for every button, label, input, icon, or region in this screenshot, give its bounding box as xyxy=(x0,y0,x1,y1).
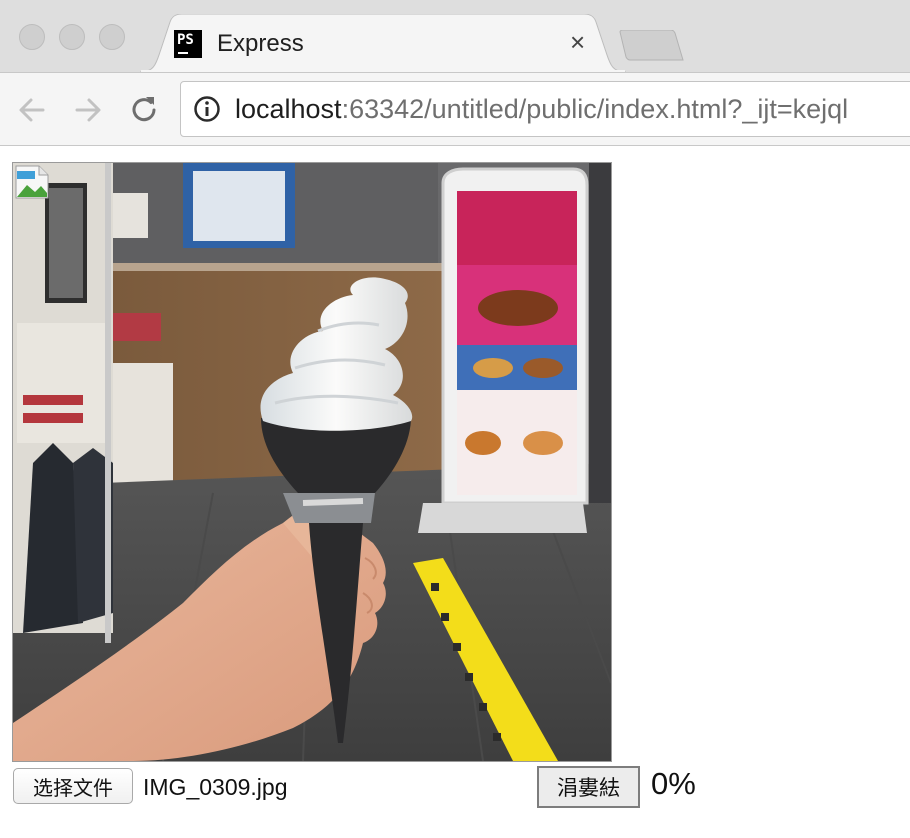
image-preview xyxy=(12,162,612,762)
photo-ice-cream xyxy=(13,163,611,761)
upload-button[interactable]: 涓婁紶 xyxy=(537,766,640,808)
url-text: localhost:63342/untitled/public/index.ht… xyxy=(235,94,848,125)
window-minimize-light[interactable] xyxy=(59,24,85,50)
window-zoom-light[interactable] xyxy=(99,24,125,50)
close-icon[interactable]: × xyxy=(570,28,585,56)
tab-express[interactable]: PS Express × xyxy=(140,14,626,72)
reload-icon[interactable] xyxy=(127,93,161,127)
phpstorm-icon: PS xyxy=(174,30,202,58)
address-bar[interactable]: localhost:63342/untitled/public/index.ht… xyxy=(180,81,910,137)
broken-image-icon xyxy=(15,165,49,199)
tab-title: Express xyxy=(217,30,304,57)
window-close-light[interactable] xyxy=(19,24,45,50)
new-tab-button[interactable] xyxy=(618,30,684,62)
choose-file-button[interactable]: 选择文件 xyxy=(13,768,133,804)
url-host: localhost xyxy=(235,94,342,124)
upload-progress: 0% xyxy=(651,766,696,801)
url-path: :63342/untitled/public/index.html?_ijt=k… xyxy=(341,94,849,124)
info-icon[interactable] xyxy=(193,95,221,123)
tab-shape xyxy=(140,14,626,72)
tab-strip: PS Express × xyxy=(0,0,910,72)
forward-arrow-icon[interactable] xyxy=(71,93,105,127)
selected-file-name: IMG_0309.jpg xyxy=(143,774,288,800)
browser-toolbar: localhost:63342/untitled/public/index.ht… xyxy=(0,72,910,146)
back-arrow-icon[interactable] xyxy=(15,93,49,127)
